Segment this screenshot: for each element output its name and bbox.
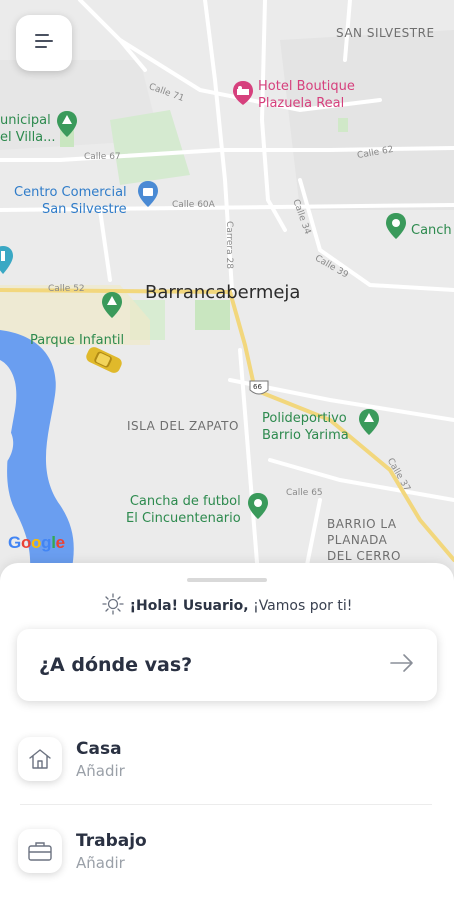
park-pin-icon[interactable] (358, 408, 380, 440)
street-label: Carrera 28 (223, 221, 234, 269)
place-title: Trabajo (76, 830, 147, 851)
street-label: Calle 60A (172, 200, 215, 210)
shopping-pin-icon[interactable] (137, 180, 159, 212)
sun-icon (101, 593, 124, 619)
polideportivo-label[interactable]: Polideportivo Barrio Yarima (262, 410, 349, 444)
area-label: SAN SILVESTRE (336, 26, 435, 40)
divider (20, 804, 432, 805)
street-label: Calle 65 (286, 488, 323, 498)
park-pin-icon[interactable] (101, 291, 123, 323)
cancha-futbol-label[interactable]: Cancha de futbol El Cincuentenario (126, 493, 241, 527)
home-icon (18, 737, 62, 781)
place-subtitle: Añadir (76, 761, 125, 780)
municipal-label[interactable]: unicipal el Villa... (0, 112, 56, 146)
greeting-name: ¡Hola! Usuario, (129, 598, 249, 614)
taxi-car-icon (82, 345, 126, 379)
greeting: ¡Hola! Usuario, ¡Vamos por ti! (0, 593, 454, 619)
place-subtitle: Añadir (76, 853, 125, 872)
area-label: BARRIO LA PLANADA DEL CERRO (327, 517, 401, 563)
cancha-label[interactable]: Canch (411, 222, 452, 239)
park-pin-icon[interactable] (247, 492, 269, 524)
map-view[interactable]: Calle 71 Calle 67 Calle 60A Carrera 28 C… (0, 0, 454, 600)
city-label: Barrancabermeja (145, 282, 301, 303)
destination-prompt: ¿A dónde vas? (39, 654, 193, 676)
destination-search[interactable]: ¿A dónde vas? (17, 629, 437, 701)
menu-icon (33, 33, 55, 53)
saved-place-work[interactable]: Trabajo Añadir (0, 808, 454, 894)
hotel-label[interactable]: Hotel Boutique Plazuela Real (258, 78, 355, 112)
greeting-text: ¡Hola! Usuario, ¡Vamos por ti! (130, 598, 353, 614)
drag-handle[interactable] (187, 578, 267, 582)
area-label: ISLA DEL ZAPATO (127, 419, 239, 433)
place-title: Casa (76, 738, 122, 759)
google-logo: Google (8, 533, 65, 552)
mall-label[interactable]: Centro Comercial San Silvestre (14, 184, 127, 218)
park-pin-icon[interactable] (56, 110, 78, 142)
hotel-pin-icon[interactable] (232, 80, 254, 110)
street-label: Calle 52 (48, 284, 85, 294)
menu-button[interactable] (16, 15, 72, 71)
poi-pin-icon[interactable] (0, 245, 14, 279)
briefcase-icon (18, 829, 62, 873)
arrow-right-icon[interactable] (389, 653, 415, 677)
street-label: Calle 67 (84, 152, 121, 162)
greeting-message: ¡Vamos por ti! (248, 598, 353, 614)
bottom-sheet: ¡Hola! Usuario, ¡Vamos por ti! ¿A dónde … (0, 563, 454, 900)
route-shield-label: 66 (253, 383, 262, 391)
park-pin-icon[interactable] (385, 212, 407, 244)
saved-place-home[interactable]: Casa Añadir (0, 716, 454, 802)
